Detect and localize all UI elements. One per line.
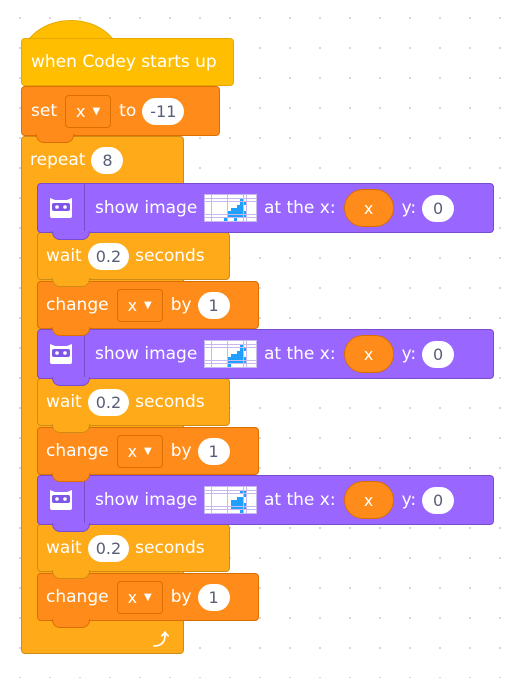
codey-icon <box>38 329 85 379</box>
variable-dropdown[interactable]: x ▼ <box>64 94 112 128</box>
repeat-times-input[interactable]: 8 <box>91 146 124 174</box>
change-variable-block[interactable]: change x ▼ by 1 <box>37 573 259 628</box>
by-label: by <box>170 587 192 607</box>
set-variable-block[interactable]: set x ▼ to -11 <box>21 86 220 143</box>
loop-arrow-icon: ⤴ <box>153 630 170 649</box>
change-label: change <box>46 587 109 607</box>
caret-down-icon: ▼ <box>144 591 152 603</box>
change-variable-block[interactable]: change x ▼ by 1 <box>37 281 259 336</box>
wait-seconds-input[interactable]: 0.2 <box>87 242 130 270</box>
change-variable-block[interactable]: change x ▼ by 1 <box>37 427 259 482</box>
x-label: at the x: <box>264 490 336 510</box>
led-image-picker[interactable] <box>204 486 257 514</box>
variable-dropdown[interactable]: x ▼ <box>116 580 163 614</box>
show-image-label: show image <box>95 490 198 510</box>
wait-label: wait <box>46 392 82 412</box>
y-label: y: <box>401 344 417 364</box>
variable-name: x <box>127 295 138 315</box>
show-image-label: show image <box>95 344 198 364</box>
variable-name: x <box>127 587 138 607</box>
wait-seconds-input[interactable]: 0.2 <box>87 388 130 416</box>
show-image-label: show image <box>95 198 198 218</box>
set-label: set <box>31 101 57 121</box>
to-label: to <box>119 101 137 121</box>
y-label: y: <box>401 198 417 218</box>
by-label: by <box>170 295 192 315</box>
wait-label: wait <box>46 246 82 266</box>
variable-dropdown[interactable]: x ▼ <box>116 288 163 322</box>
x-variable-name: x <box>363 344 374 364</box>
repeat-label: repeat <box>30 150 86 170</box>
change-amount-input[interactable]: 1 <box>197 291 230 319</box>
wait-seconds-input[interactable]: 0.2 <box>87 534 130 562</box>
y-value-input[interactable]: 0 <box>422 194 455 222</box>
change-amount-input[interactable]: 1 <box>197 437 230 465</box>
repeat-header: repeat 8 <box>30 141 129 179</box>
variable-name: x <box>127 441 138 461</box>
y-value-input[interactable]: 0 <box>422 340 455 368</box>
x-variable-reporter[interactable]: x <box>343 335 394 373</box>
seconds-label: seconds <box>135 392 205 412</box>
show-image-block[interactable]: show image at the x: x y: 0 <box>37 475 494 532</box>
show-image-block[interactable]: show image at the x: x y: 0 <box>37 183 494 240</box>
variable-name: x <box>75 101 86 121</box>
led-pixel <box>253 509 256 513</box>
change-label: change <box>46 441 109 461</box>
variable-dropdown[interactable]: x ▼ <box>116 434 163 468</box>
by-label: by <box>170 441 192 461</box>
y-label: y: <box>401 490 417 510</box>
show-image-block[interactable]: show image at the x: x y: 0 <box>37 329 494 386</box>
x-variable-name: x <box>363 490 374 510</box>
seconds-label: seconds <box>135 538 205 558</box>
seconds-label: seconds <box>135 246 205 266</box>
hat-label: when Codey starts up <box>31 52 217 72</box>
set-value-input[interactable]: -11 <box>142 97 185 125</box>
codey-icon <box>38 183 85 233</box>
x-label: at the x: <box>264 344 336 364</box>
x-variable-reporter[interactable]: x <box>343 481 394 519</box>
change-amount-input[interactable]: 1 <box>197 583 230 611</box>
y-value-input[interactable]: 0 <box>422 486 455 514</box>
led-image-picker[interactable] <box>204 194 257 222</box>
led-pixel <box>253 217 256 221</box>
x-variable-reporter[interactable]: x <box>343 189 394 227</box>
x-variable-name: x <box>363 198 374 218</box>
caret-down-icon: ▼ <box>144 299 152 311</box>
caret-down-icon: ▼ <box>92 105 101 117</box>
led-image-picker[interactable] <box>204 340 257 368</box>
caret-down-icon: ▼ <box>144 445 152 457</box>
change-label: change <box>46 295 109 315</box>
x-label: at the x: <box>264 198 336 218</box>
led-pixel <box>253 363 256 367</box>
when-codey-starts-up-block[interactable]: when Codey starts up <box>21 38 234 86</box>
codey-icon <box>38 475 85 525</box>
wait-label: wait <box>46 538 82 558</box>
